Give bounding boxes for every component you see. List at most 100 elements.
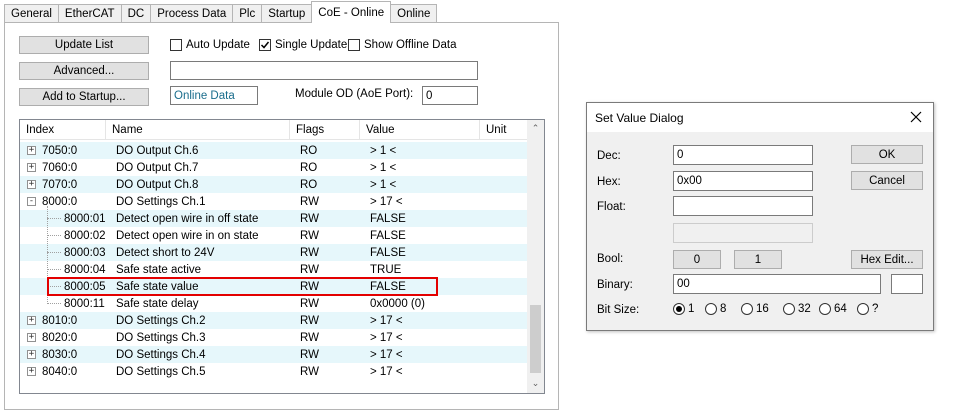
radio-circle[interactable] — [783, 303, 795, 315]
cell-index: 8030:0 — [42, 348, 78, 361]
auto-update-box[interactable] — [170, 39, 182, 51]
cell-flags: RW — [300, 314, 319, 327]
tab-coe-online[interactable]: CoE - Online — [311, 1, 392, 23]
cell-name: DO Settings Ch.4 — [116, 348, 206, 361]
module-od-input[interactable]: 0 — [422, 86, 478, 105]
cell-flags: RW — [300, 246, 319, 259]
update-list-button[interactable]: Update List — [19, 36, 149, 54]
radio-label: ? — [872, 303, 879, 315]
expand-icon[interactable]: + — [27, 146, 36, 155]
table-row[interactable]: +7070:0 DO Output Ch.8 RO > 1 < — [20, 176, 528, 193]
scroll-down-icon[interactable]: ⌄ — [531, 378, 540, 388]
bit-size-radio-8[interactable]: 8 — [705, 303, 726, 315]
table-row[interactable]: +8020:0 DO Settings Ch.3 RW > 17 < — [20, 329, 528, 346]
table-row[interactable]: 8000:11 Safe state delay RW 0x0000 (0) — [20, 295, 528, 312]
tab-plc[interactable]: Plc — [232, 4, 263, 23]
tab-process-data[interactable]: Process Data — [150, 4, 234, 23]
expand-icon[interactable]: + — [27, 350, 36, 359]
table-row[interactable]: -8000:0 DO Settings Ch.1 RW > 17 < — [20, 193, 528, 210]
scroll-up-icon[interactable]: ⌃ — [531, 123, 540, 133]
cell-name: Safe state active — [116, 263, 202, 276]
cell-flags: RW — [300, 348, 319, 361]
header-name[interactable]: Name — [106, 120, 290, 140]
bit-size-radio-32[interactable]: 32 — [783, 303, 811, 315]
expand-icon[interactable]: + — [27, 163, 36, 172]
header-flags[interactable]: Flags — [290, 120, 360, 140]
hex-input[interactable]: 0x00 — [673, 171, 813, 191]
auto-update-checkbox[interactable]: Auto Update — [170, 39, 250, 51]
expand-icon[interactable]: + — [27, 333, 36, 342]
object-dictionary-table[interactable]: Index Name Flags Value Unit +7050:0 DO Ou… — [19, 119, 545, 394]
ok-button[interactable]: OK — [851, 145, 923, 164]
advanced-input[interactable] — [170, 61, 478, 80]
tab-dc[interactable]: DC — [120, 4, 152, 23]
dec-input[interactable]: 0 — [673, 145, 813, 165]
table-body: +7050:0 DO Output Ch.6 RO > 1 < +7060:0 DO Ou… — [20, 142, 528, 380]
table-row[interactable]: 8000:01 Detect open wire in off state RW FA… — [20, 210, 528, 227]
hex-edit-button[interactable]: Hex Edit... — [851, 250, 923, 269]
binary-input[interactable]: 00 — [673, 274, 881, 294]
bit-size-radio-1[interactable]: 1 — [673, 303, 694, 315]
table-row[interactable]: 8000:03 Detect short to 24V RW FALSE — [20, 244, 528, 261]
tab-startup[interactable]: Startup — [261, 4, 313, 23]
vertical-scrollbar[interactable]: ⌃ ⌄ — [527, 120, 544, 393]
radio-circle[interactable] — [741, 303, 753, 315]
cell-flags: RW — [300, 263, 319, 276]
collapse-icon[interactable]: - — [27, 197, 36, 206]
expand-icon[interactable]: + — [27, 316, 36, 325]
scrollbar-thumb[interactable] — [530, 305, 541, 373]
table-row[interactable]: 8000:04 Safe state active RW TRUE — [20, 261, 528, 278]
tree-branch-line — [47, 218, 61, 219]
radio-circle[interactable] — [673, 303, 685, 315]
binary-extra-field[interactable] — [891, 274, 923, 294]
close-icon[interactable] — [909, 110, 923, 124]
checkmark-icon — [260, 41, 270, 49]
header-unit[interactable]: Unit — [480, 120, 528, 140]
cell-value: FALSE — [370, 246, 406, 259]
table-row[interactable]: +8040:0 DO Settings Ch.5 RW > 17 < — [20, 363, 528, 380]
tab-bar: General EtherCAT DC Process Data Plc Sta… — [4, 1, 438, 23]
tab-online[interactable]: Online — [390, 4, 438, 23]
table-header: Index Name Flags Value Unit — [20, 120, 528, 140]
cancel-button[interactable]: Cancel — [851, 171, 923, 190]
cell-flags: RO — [300, 178, 318, 191]
single-update-box[interactable] — [259, 39, 271, 51]
tab-general[interactable]: General — [4, 4, 59, 23]
float-input[interactable] — [673, 196, 813, 216]
auto-update-label: Auto Update — [186, 39, 250, 51]
expand-icon[interactable]: + — [27, 180, 36, 189]
radio-circle[interactable] — [705, 303, 717, 315]
table-row[interactable]: +7050:0 DO Output Ch.6 RO > 1 < — [20, 142, 528, 159]
table-row[interactable]: 8000:02 Detect open wire in on state RW FAL… — [20, 227, 528, 244]
cell-name: Detect open wire in on state — [116, 229, 259, 242]
advanced-button[interactable]: Advanced... — [19, 62, 149, 80]
add-to-startup-button[interactable]: Add to Startup... — [19, 88, 149, 106]
expand-icon[interactable]: + — [27, 367, 36, 376]
table-row[interactable]: +8010:0 DO Settings Ch.2 RW > 17 < — [20, 312, 528, 329]
cell-value: FALSE — [370, 229, 406, 242]
cell-name: Detect short to 24V — [116, 246, 215, 259]
cell-flags: RO — [300, 144, 318, 157]
cell-name: DO Settings Ch.2 — [116, 314, 206, 327]
header-index[interactable]: Index — [20, 120, 106, 140]
bit-size-radio-64[interactable]: 64 — [819, 303, 847, 315]
show-offline-data-box[interactable] — [348, 39, 360, 51]
show-offline-data-checkbox[interactable]: Show Offline Data — [348, 39, 456, 51]
header-value[interactable]: Value — [360, 120, 480, 140]
hex-label: Hex: — [597, 176, 621, 188]
radio-circle[interactable] — [857, 303, 869, 315]
tab-ethercat[interactable]: EtherCAT — [57, 4, 122, 23]
single-update-checkbox[interactable]: Single Update — [259, 39, 347, 51]
module-od-label: Module OD (AoE Port): — [295, 88, 414, 100]
bool-0-button[interactable]: 0 — [673, 250, 721, 269]
cell-name: DO Output Ch.8 — [116, 178, 199, 191]
float-label: Float: — [597, 201, 626, 213]
radio-circle[interactable] — [819, 303, 831, 315]
cell-value: > 17 < — [370, 365, 403, 378]
bit-size-radio-unknown[interactable]: ? — [857, 303, 878, 315]
bit-size-radio-16[interactable]: 16 — [741, 303, 769, 315]
table-row[interactable]: +7060:0 DO Output Ch.7 RO > 1 < — [20, 159, 528, 176]
table-row[interactable]: +8030:0 DO Settings Ch.4 RW > 17 < — [20, 346, 528, 363]
bool-1-button[interactable]: 1 — [734, 250, 782, 269]
tree-branch-line — [47, 303, 61, 304]
